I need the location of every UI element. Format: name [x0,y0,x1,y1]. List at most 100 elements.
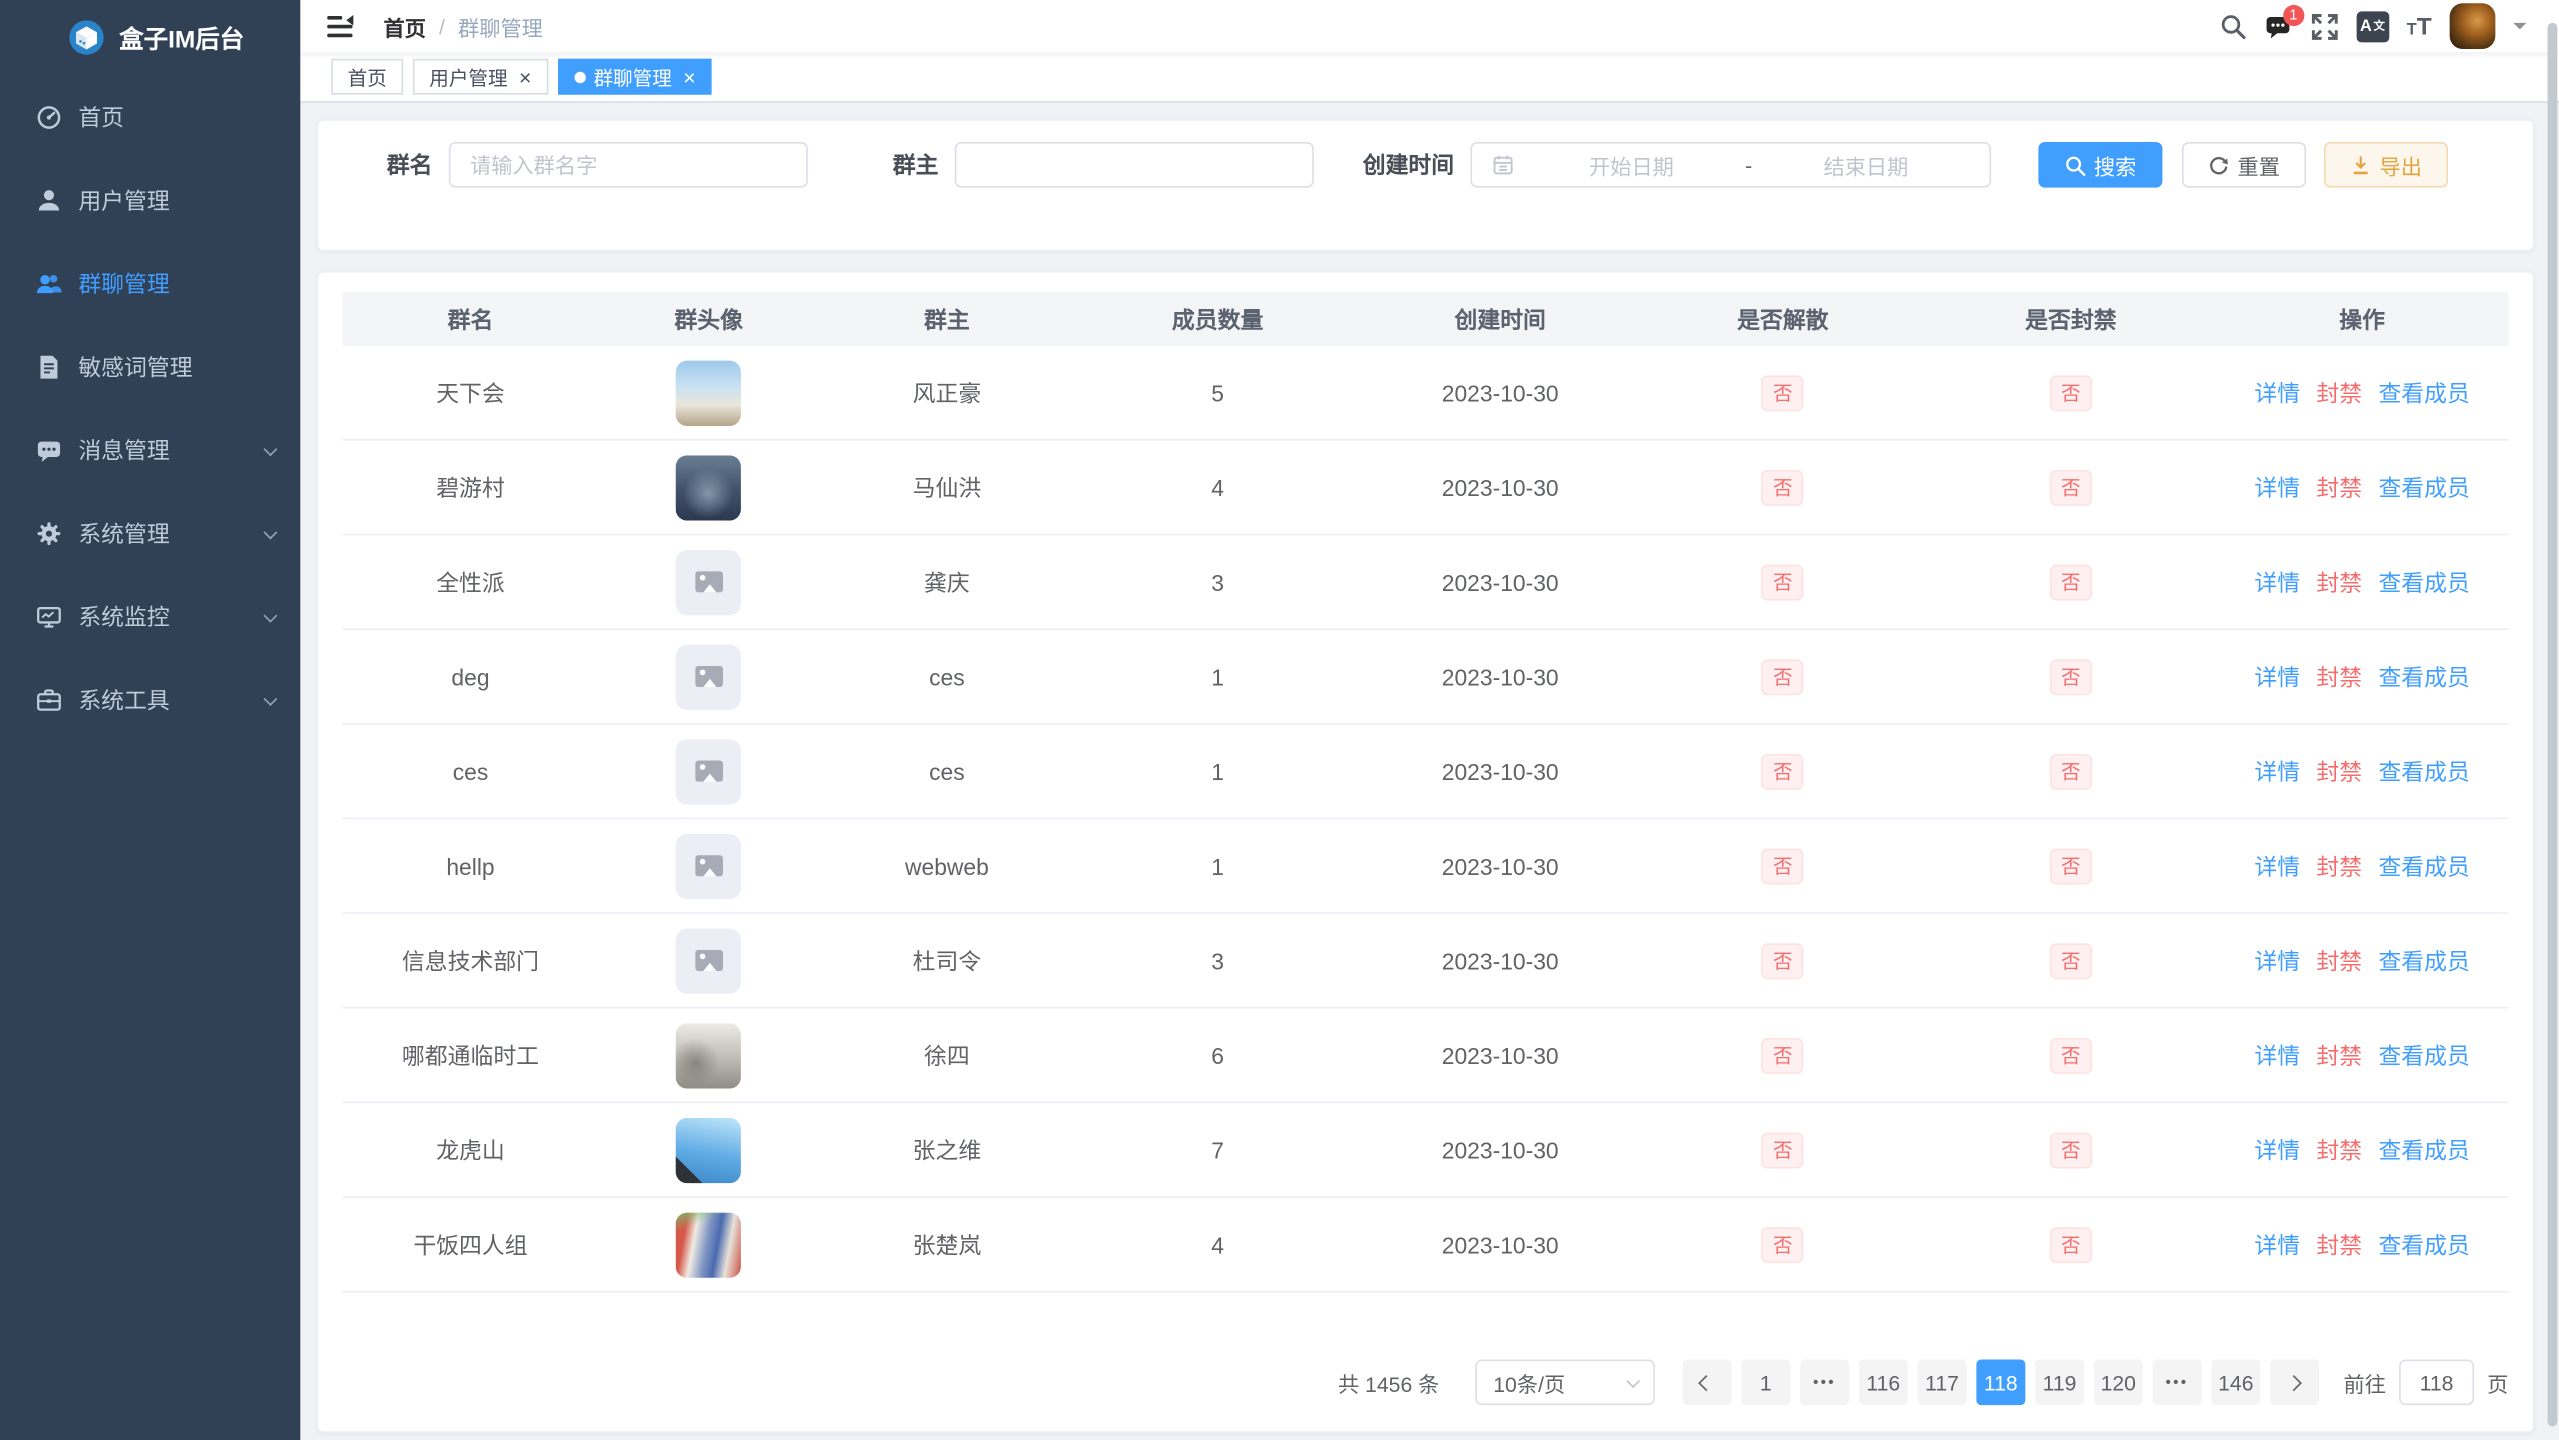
view-members-link[interactable]: 查看成员 [2378,1228,2469,1261]
chevron-right-icon [2286,1374,2302,1390]
ban-link[interactable]: 封禁 [2316,755,2362,788]
date-range-picker[interactable]: 开始日期 - 结束日期 [1470,142,1991,188]
detail-link[interactable]: 详情 [2254,944,2300,977]
view-members-link[interactable]: 查看成员 [2378,1039,2469,1072]
table-body: 天下会 风正豪 5 2023-10-30 否 否 详情 封禁 查看成员 碧游村 … [343,346,2509,1293]
search-button[interactable]: 搜索 [2038,142,2162,188]
group-owner-input[interactable] [955,142,1314,188]
page-number-button[interactable]: 146 [2211,1359,2260,1405]
ban-link[interactable]: 封禁 [2316,1133,2362,1166]
page-number-button[interactable]: ••• [2153,1359,2202,1405]
tab-home[interactable]: 首页 [331,59,403,95]
view-members-link[interactable]: 查看成员 [2378,565,2469,598]
detail-link[interactable]: 详情 [2254,1228,2300,1261]
page-number-button[interactable]: 1 [1741,1359,1790,1405]
tab-user-management[interactable]: 用户管理 × [413,59,548,95]
sidebar-item-sensitive-words[interactable]: 敏感词管理 [0,325,300,408]
search-panel: 群名 群主 创建时间 开始日期 - 结束日期 [317,119,2535,251]
ban-link[interactable]: 封禁 [2316,565,2362,598]
dissolved-cell: 否 [1640,469,1926,505]
breadcrumb-home[interactable]: 首页 [384,11,426,42]
member-count-cell: 1 [1075,853,1361,879]
page-size-select[interactable]: 10条/页 [1475,1359,1655,1405]
group-name-cell: deg [343,663,599,689]
sidebar-menu: 首页 用户管理 群聊管理 [0,75,300,741]
message-badge: 1 [2283,4,2304,25]
language-translate-icon[interactable]: A文 [2356,11,2389,42]
ban-link[interactable]: 封禁 [2316,376,2362,409]
close-icon[interactable]: × [519,66,531,87]
sidebar-item-home[interactable]: 首页 [0,75,300,158]
table-column-header: 成员数量 [1075,303,1361,336]
ban-link[interactable]: 封禁 [2316,944,2362,977]
view-members-link[interactable]: 查看成员 [2378,849,2469,882]
sidebar-item-label: 群聊管理 [78,267,169,300]
page-number-button[interactable]: 117 [1918,1359,1967,1405]
ban-link[interactable]: 封禁 [2316,1228,2362,1261]
view-members-link[interactable]: 查看成员 [2378,376,2469,409]
sidebar-item-system-tools[interactable]: 系统工具 [0,658,300,741]
detail-link[interactable]: 详情 [2254,1133,2300,1166]
dissolved-badge: 否 [1762,469,1804,505]
ban-link[interactable]: 封禁 [2316,1039,2362,1072]
page-number-button[interactable]: 116 [1859,1359,1908,1405]
navbar-actions: 1 A文 TT [2219,3,2526,49]
user-menu-caret-icon[interactable] [2513,23,2526,36]
fullscreen-icon[interactable] [2310,12,2338,40]
reset-button[interactable]: 重置 [2182,142,2306,188]
create-time-cell: 2023-10-30 [1361,853,1640,879]
app-logo: 盒子IM后台 [0,0,300,75]
sidebar-item-groups[interactable]: 群聊管理 [0,242,300,325]
table-column-header: 是否封禁 [1926,303,2216,336]
page-number-button[interactable]: 120 [2094,1359,2143,1405]
close-icon[interactable]: × [683,66,695,87]
notification-message-icon[interactable]: 1 [2265,12,2293,40]
group-name-input[interactable] [449,142,808,188]
table-row: hellp webweb 1 2023-10-30 否 否 详情 封禁 查看成员 [343,819,2509,914]
prev-page-button[interactable] [1683,1359,1732,1405]
dashboard-icon [36,104,62,130]
detail-link[interactable]: 详情 [2254,755,2300,788]
sidebar-item-users[interactable]: 用户管理 [0,158,300,241]
view-members-link[interactable]: 查看成员 [2378,755,2469,788]
page-number-button[interactable]: ••• [1800,1359,1849,1405]
detail-link[interactable]: 详情 [2254,565,2300,598]
ban-link[interactable]: 封禁 [2316,660,2362,693]
ban-link[interactable]: 封禁 [2316,471,2362,504]
ban-link[interactable]: 封禁 [2316,849,2362,882]
chevron-down-icon [264,691,278,705]
banned-badge: 否 [2050,659,2092,695]
next-page-button[interactable] [2270,1359,2319,1405]
logo-cube-icon [69,20,105,56]
tab-group-management[interactable]: 群聊管理 × [558,59,712,95]
page-number-button[interactable]: 118 [1976,1359,2025,1405]
detail-link[interactable]: 详情 [2254,849,2300,882]
export-button[interactable]: 导出 [2324,142,2448,188]
view-members-link[interactable]: 查看成员 [2378,660,2469,693]
detail-link[interactable]: 详情 [2254,471,2300,504]
user-avatar[interactable] [2450,3,2496,49]
detail-link[interactable]: 详情 [2254,660,2300,693]
scrollbar-thumb[interactable] [2548,23,2558,1427]
view-members-link[interactable]: 查看成员 [2378,471,2469,504]
view-members-link[interactable]: 查看成员 [2378,944,2469,977]
table-row: 信息技术部门 杜司令 3 2023-10-30 否 否 详情 封禁 查看成员 [343,914,2509,1009]
group-owner-cell: 龚庆 [819,565,1075,598]
search-icon[interactable] [2219,12,2247,40]
breadcrumb-current: 群聊管理 [458,11,543,42]
detail-link[interactable]: 详情 [2254,1039,2300,1072]
goto-page-input[interactable] [2399,1359,2474,1405]
sidebar-item-system-management[interactable]: 系统管理 [0,491,300,574]
page-number-button[interactable]: 119 [2035,1359,2084,1405]
dissolved-cell: 否 [1640,375,1926,411]
app-title: 盒子IM后台 [119,20,244,54]
sidebar-collapse-icon[interactable] [326,12,354,40]
view-members-link[interactable]: 查看成员 [2378,1133,2469,1166]
sidebar-item-system-monitor[interactable]: 系统监控 [0,574,300,657]
detail-link[interactable]: 详情 [2254,376,2300,409]
table-column-header: 群主 [819,303,1075,336]
font-size-icon[interactable]: TT [2407,12,2432,40]
sidebar-item-messages[interactable]: 消息管理 [0,408,300,491]
create-time-cell: 2023-10-30 [1361,379,1640,405]
export-button-label: 导出 [2380,149,2422,180]
